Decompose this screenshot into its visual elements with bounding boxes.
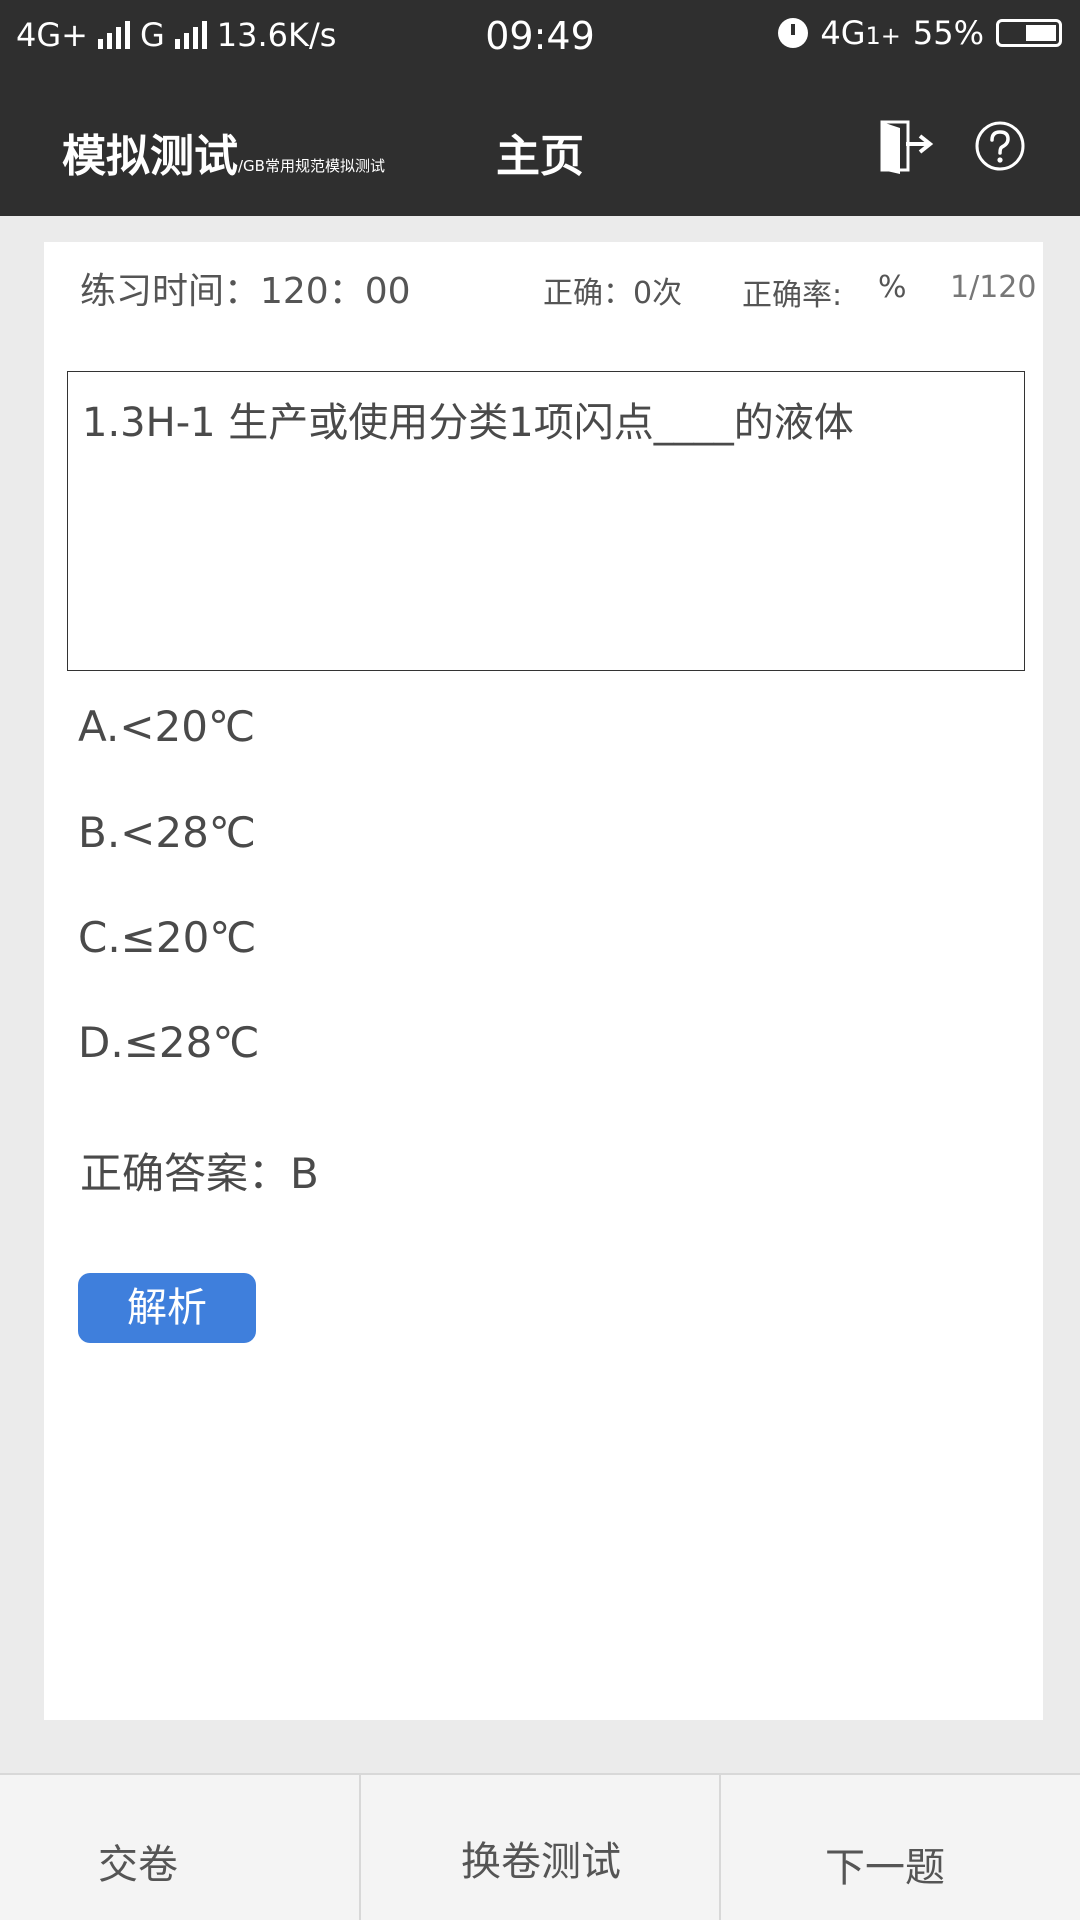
alarm-icon [778, 18, 809, 48]
exit-door-icon[interactable] [878, 118, 934, 174]
analysis-button[interactable]: 解析 [78, 1273, 256, 1343]
option-b[interactable]: B.<28℃ [78, 808, 256, 857]
question-progress: 1/120 [950, 270, 1037, 305]
app-bar: 模拟测试/GB常用规范模拟测试 主页 [0, 72, 1080, 216]
option-c[interactable]: C.≤20℃ [78, 913, 256, 962]
option-a[interactable]: A.<20℃ [78, 702, 255, 751]
next-question-label: 下一题 [825, 1845, 945, 1891]
network-type-3-sub: 1+ [865, 22, 901, 50]
option-d[interactable]: D.≤28℃ [78, 1018, 260, 1067]
correct-answer: 正确答案：B [80, 1149, 319, 1198]
next-question-button[interactable]: 下一题 [721, 1775, 1080, 1920]
status-right: 4G1+ 55% [778, 14, 1062, 52]
change-paper-label: 换卷测试 [461, 1839, 621, 1885]
status-bar: 4G+ G 13.6K/s 09:49 4G1+ 55% [0, 0, 1080, 72]
change-paper-button[interactable]: 换卷测试 [361, 1775, 719, 1920]
correct-rate-label: 正确率: [742, 278, 843, 313]
battery-fill [1026, 25, 1056, 41]
help-circle-icon[interactable] [974, 120, 1026, 172]
correct-rate-value: % [878, 270, 907, 305]
network-type-3-label: 4G [820, 14, 866, 52]
submit-button[interactable]: 交卷 [0, 1775, 359, 1920]
question-card: 练习时间：120：00 正确：0次 正确率: % 1/120 1.3H-1 生产… [44, 242, 1043, 1720]
battery-icon [996, 19, 1062, 47]
question-box: 1.3H-1 生产或使用分类1项闪点____的液体 [67, 371, 1025, 671]
submit-label: 交卷 [98, 1842, 178, 1888]
question-text: 1.3H-1 生产或使用分类1项闪点____的液体 [82, 400, 854, 446]
network-type-3: 4G1+ [820, 14, 901, 52]
battery-percent: 55% [912, 14, 984, 52]
bottom-bar: 交卷 换卷测试 下一题 [0, 1773, 1080, 1920]
practice-time: 练习时间：120：00 [80, 271, 411, 312]
correct-count: 正确：0次 [543, 276, 683, 311]
